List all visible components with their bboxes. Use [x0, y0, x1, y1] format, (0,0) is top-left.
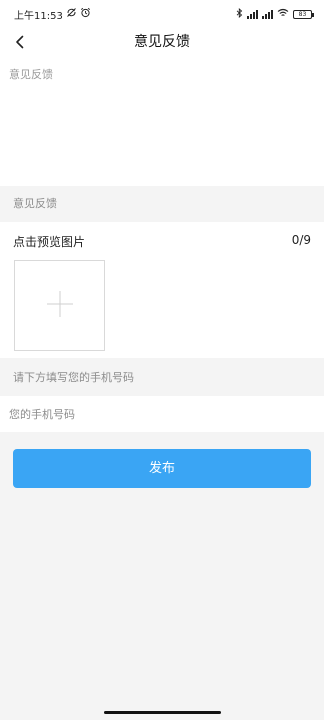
image-section: 点击预览图片 0/9 — [0, 222, 324, 358]
publish-button[interactable]: 发布 — [13, 449, 311, 488]
phone-area — [0, 396, 324, 432]
phone-section-label: 请下方填写您的手机号码 — [13, 371, 134, 384]
home-indicator — [104, 711, 221, 714]
image-section-title: 点击预览图片 — [13, 235, 86, 249]
sync-off-icon — [66, 7, 77, 21]
plus-icon — [46, 290, 74, 322]
status-bar: 上午11:53 83 — [0, 0, 324, 28]
bluetooth-icon — [236, 7, 243, 21]
page-title: 意见反馈 — [134, 34, 190, 50]
wifi-icon — [277, 8, 289, 21]
status-left: 上午11:53 — [14, 7, 91, 22]
feedback-section-label: 意见反馈 — [13, 197, 57, 210]
feedback-input[interactable] — [0, 58, 324, 186]
signal-icon — [262, 9, 273, 19]
signal-icon — [247, 9, 258, 19]
image-count: 0/9 — [291, 233, 311, 247]
back-button[interactable] — [8, 31, 32, 55]
chevron-left-icon — [15, 34, 25, 53]
phone-input[interactable] — [0, 396, 324, 432]
alarm-icon — [80, 7, 91, 21]
add-image-button[interactable] — [14, 260, 105, 351]
battery-icon: 83 — [293, 9, 314, 19]
nav-bar: 意见反馈 — [0, 28, 324, 58]
feedback-area — [0, 58, 324, 186]
status-time: 上午11:53 — [14, 10, 63, 22]
status-right: 83 — [236, 7, 314, 21]
